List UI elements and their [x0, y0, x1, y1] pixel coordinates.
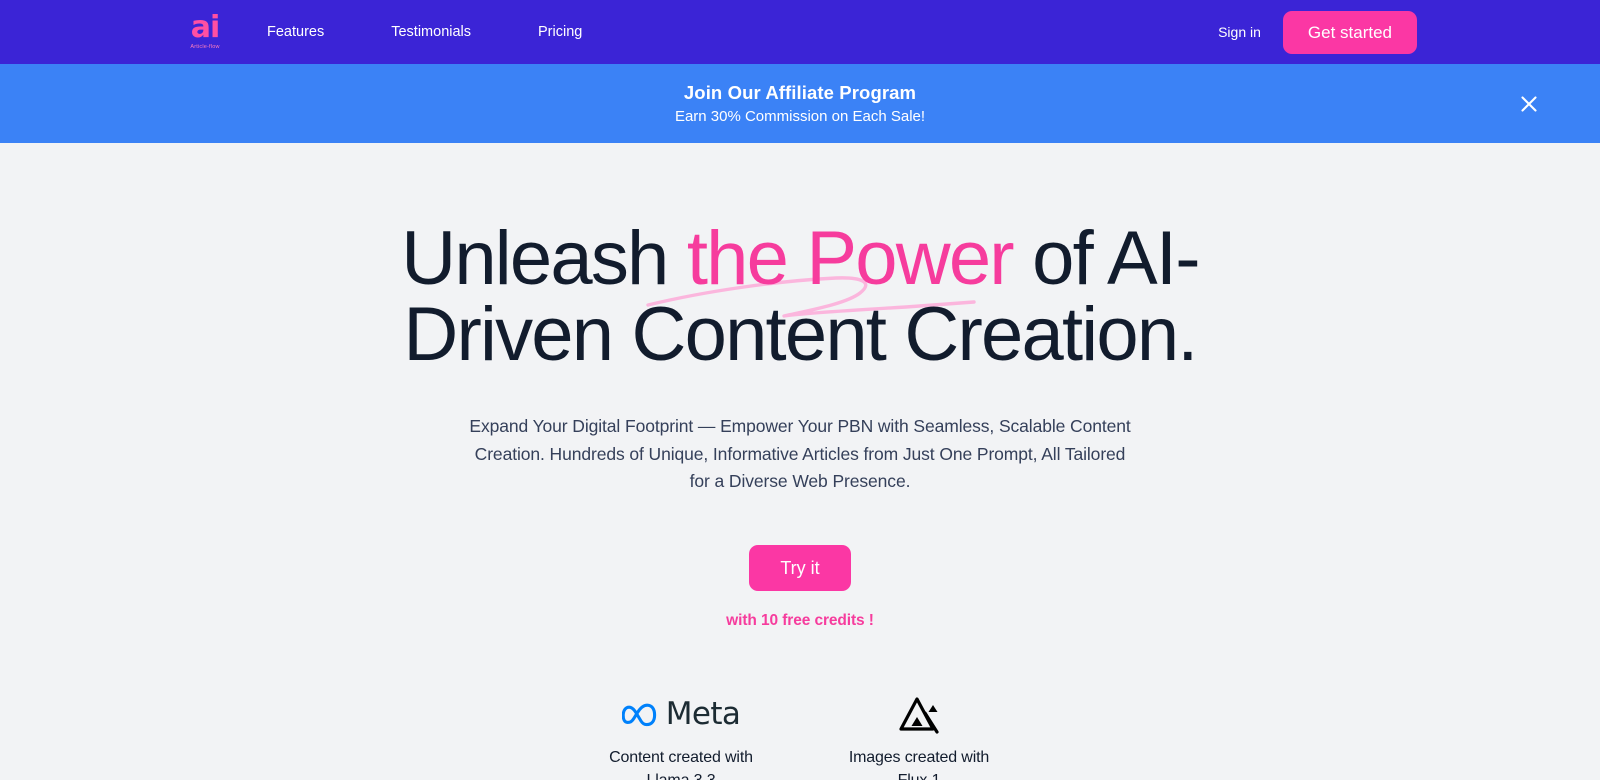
affiliate-banner-subtitle: Earn 30% Commission on Each Sale!	[674, 107, 926, 125]
partner-meta-caption: Content created with Llama 3.3	[609, 748, 753, 780]
flux-logo-row	[896, 694, 942, 736]
close-icon[interactable]	[1518, 93, 1540, 115]
article-flow-logo[interactable]: ai Article-flow	[183, 9, 227, 51]
headline-part-2: of AI-	[1012, 216, 1200, 301]
nav-links: Features Testimonials Pricing	[267, 18, 649, 46]
headline-line-2: Driven Content Creation.	[403, 292, 1198, 377]
top-navigation-bar: ai Article-flow Features Testimonials Pr…	[0, 0, 1600, 64]
partner-meta: Meta Content created with Llama 3.3	[592, 694, 770, 780]
page-title: Unleash the Power of AI- Driven Content …	[400, 221, 1200, 373]
hero-cta-area: Try it with 10 free credits !	[0, 544, 1600, 630]
partner-flux: Images created with Flux.1	[830, 694, 1008, 780]
logo-subtext: Article-flow	[190, 44, 220, 51]
sign-in-link[interactable]: Sign in	[1218, 24, 1261, 40]
try-it-button[interactable]: Try it	[749, 544, 851, 591]
partner-flux-caption: Images created with Flux.1	[848, 748, 990, 780]
logo-mark-text: ai	[190, 9, 221, 45]
nav-link-pricing[interactable]: Pricing	[538, 18, 582, 46]
headline-part-1: Unleash	[401, 216, 687, 301]
get-started-button[interactable]: Get started	[1282, 10, 1417, 54]
meta-logo-row: Meta	[621, 694, 741, 736]
free-credits-label: with 10 free credits !	[726, 611, 874, 629]
headline-accent: the Power	[686, 216, 1015, 301]
affiliate-banner: Join Our Affiliate Program Earn 30% Comm…	[0, 64, 1600, 143]
nav-link-features[interactable]: Features	[267, 18, 324, 46]
meta-wordmark: Meta	[665, 696, 741, 733]
hero-subtitle: Expand Your Digital Footprint — Empower …	[469, 416, 1131, 492]
partner-logos: Meta Content created with Llama 3.3 Imag…	[0, 694, 1600, 780]
nav-actions: Sign in Get started	[1218, 10, 1417, 54]
hero-section: Unleash the Power of AI- Driven Content …	[0, 143, 1600, 780]
meta-logo-icon	[621, 703, 656, 727]
nav-link-testimonials[interactable]: Testimonials	[391, 18, 471, 46]
flux-logo-icon	[899, 697, 939, 734]
headline-wrapper: Unleash the Power of AI- Driven Content …	[400, 221, 1200, 373]
affiliate-banner-title: Join Our Affiliate Program	[683, 81, 917, 103]
